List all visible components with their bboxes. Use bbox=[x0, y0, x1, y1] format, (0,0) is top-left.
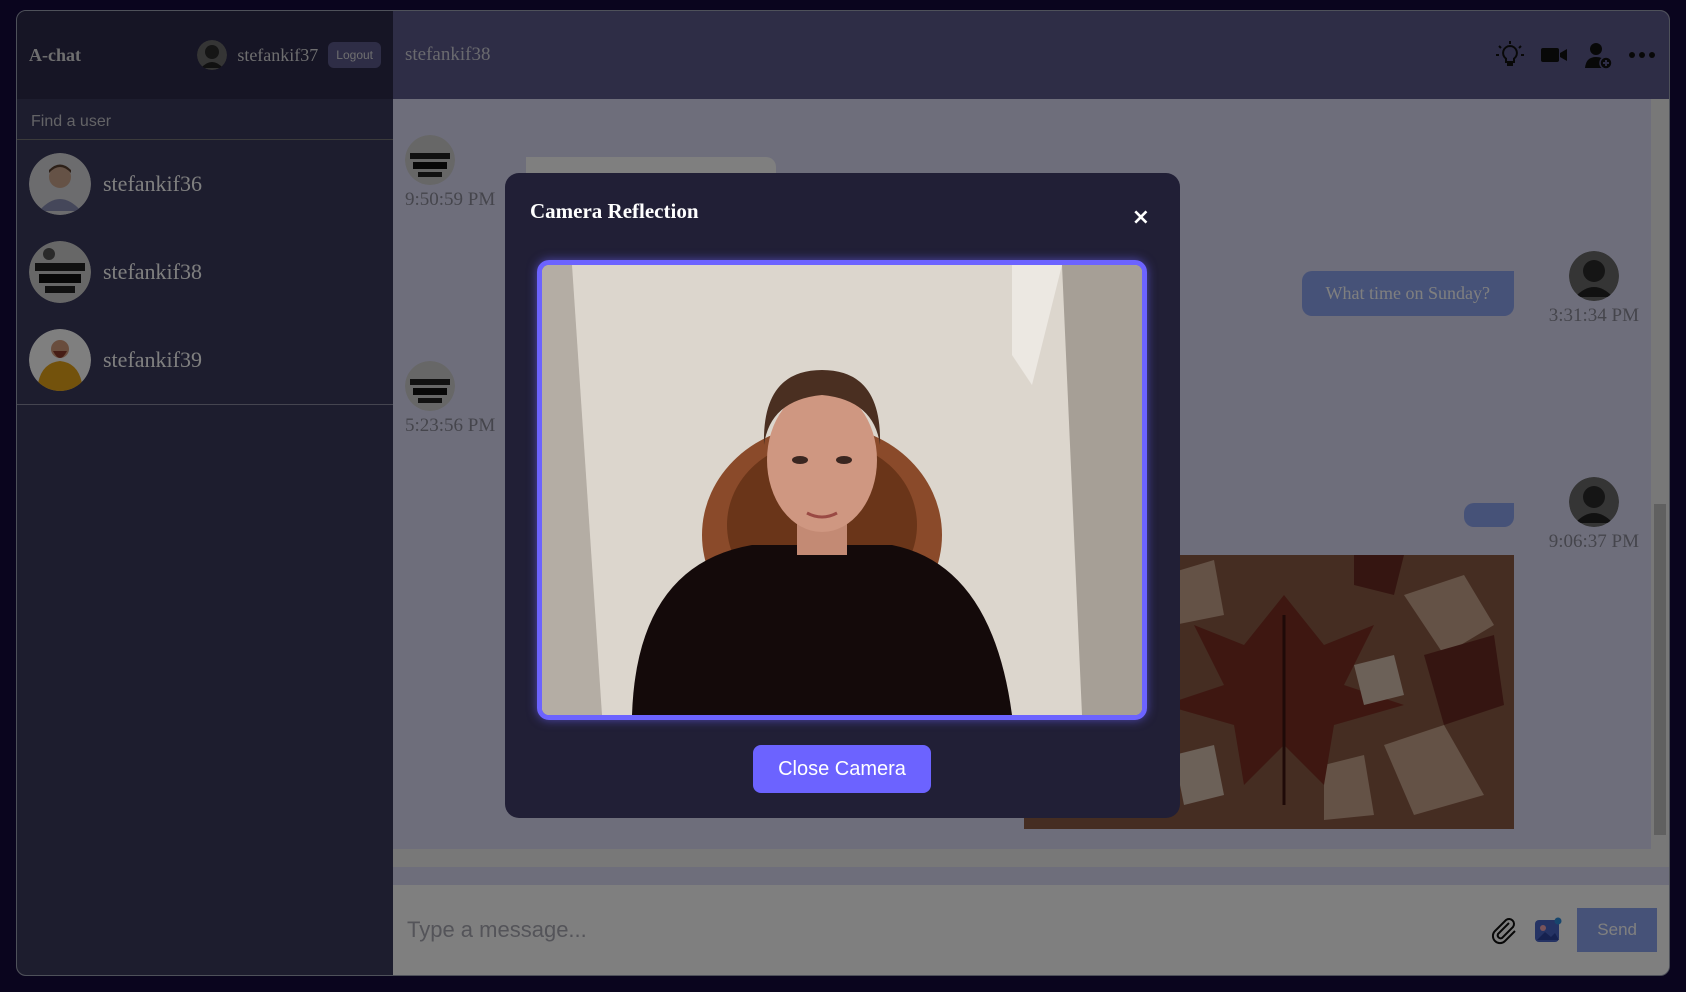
modal-overlay[interactable]: Camera Reflection × Close Camera bbox=[0, 0, 1686, 992]
camera-preview bbox=[537, 260, 1147, 720]
camera-modal: Camera Reflection × Close Camera bbox=[505, 173, 1180, 818]
camera-video-feed bbox=[542, 265, 1142, 715]
close-camera-button[interactable]: Close Camera bbox=[753, 745, 931, 793]
close-icon[interactable]: × bbox=[1132, 205, 1150, 230]
modal-title: Camera Reflection bbox=[530, 199, 699, 223]
